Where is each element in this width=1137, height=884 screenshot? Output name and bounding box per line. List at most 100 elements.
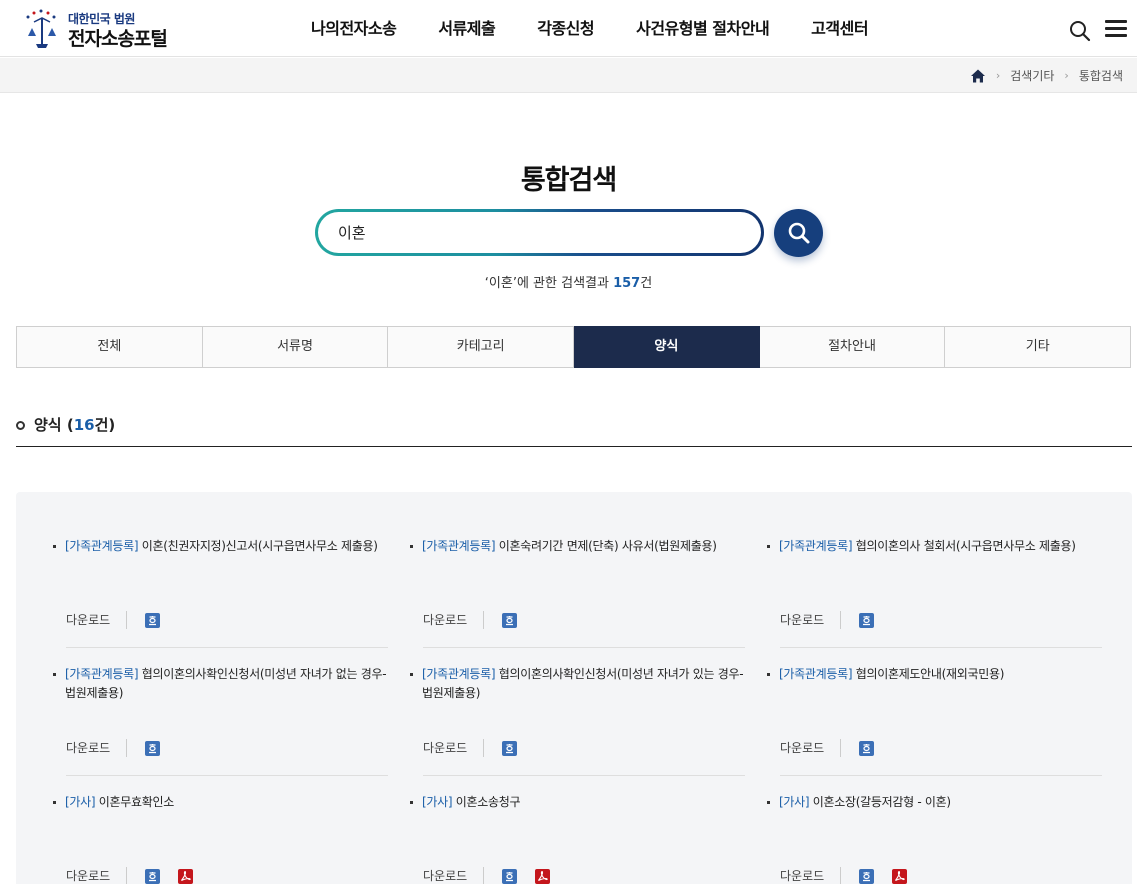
search-icon[interactable] bbox=[1069, 20, 1091, 42]
breadcrumb: › 검색기타 › 통합검색 bbox=[970, 58, 1123, 93]
result-item: [가족관계등록] 협의이혼의사확인신청서(미성년 자녀가 없는 경우-법원제출용… bbox=[53, 665, 389, 793]
hwp-file-icon[interactable] bbox=[145, 612, 161, 628]
download-label: 다운로드 bbox=[780, 611, 842, 629]
nav-document-submission[interactable]: 서류제출 bbox=[417, 0, 516, 57]
result-name: 협의이혼의사 철회서(시구읍면사무소 제출용) bbox=[855, 539, 1076, 553]
download-label: 다운로드 bbox=[66, 739, 128, 757]
download-row: 다운로드 bbox=[423, 738, 518, 758]
result-name: 이혼소장(갈등저감형 - 이혼) bbox=[812, 795, 951, 809]
result-name: 이혼숙려기간 면제(단축) 사유서(법원제출용) bbox=[498, 539, 717, 553]
pdf-file-icon[interactable] bbox=[892, 868, 908, 884]
breadcrumb-item[interactable]: 검색기타 bbox=[1010, 67, 1054, 84]
chevron-right-icon: › bbox=[1064, 69, 1069, 82]
tab-procedure-guide[interactable]: 절차안내 bbox=[759, 326, 946, 368]
section-count: 16 bbox=[73, 416, 95, 434]
download-label: 다운로드 bbox=[780, 867, 842, 884]
site-header: 대한민국 법원 전자소송포털 나의전자소송 서류제출 각종신청 사건유형별 절차… bbox=[0, 0, 1137, 57]
result-summary: ‘이혼’에 관한 검색결과 157건 bbox=[0, 272, 1137, 291]
download-label: 다운로드 bbox=[423, 739, 485, 757]
search-input[interactable] bbox=[318, 212, 761, 253]
result-title[interactable]: [가족관계등록] 협의이혼의사 철회서(시구읍면사무소 제출용) bbox=[767, 537, 1103, 556]
page-title: 통합검색 bbox=[520, 165, 617, 196]
circle-bullet-icon bbox=[16, 421, 25, 430]
result-item: [가족관계등록] 협의이혼의사 철회서(시구읍면사무소 제출용) 다운로드 bbox=[767, 537, 1103, 665]
result-title[interactable]: [가족관계등록] 이혼숙려기간 면제(단축) 사유서(법원제출용) bbox=[410, 537, 746, 556]
result-item: [가족관계등록] 협의이혼의사확인신청서(미성년 자녀가 있는 경우-법원제출용… bbox=[410, 665, 746, 793]
hwp-file-icon[interactable] bbox=[145, 740, 161, 756]
hamburger-menu-icon[interactable] bbox=[1105, 20, 1127, 40]
result-title[interactable]: [가족관계등록] 이혼(친권자지정)신고서(시구읍면사무소 제출용) bbox=[53, 537, 389, 556]
row-divider bbox=[423, 775, 745, 776]
result-name: 이혼무효확인소 bbox=[98, 795, 174, 809]
download-row: 다운로드 bbox=[423, 866, 551, 884]
pdf-file-icon[interactable] bbox=[178, 868, 194, 884]
result-item: [가사] 이혼무효확인소 다운로드 bbox=[53, 793, 389, 884]
result-title[interactable]: [가사] 이혼무효확인소 bbox=[53, 793, 389, 812]
summary-text: ‘이혼’에 관한 검색결과 bbox=[484, 276, 614, 291]
tab-forms[interactable]: 양식 bbox=[574, 326, 760, 368]
tab-category[interactable]: 카테고리 bbox=[388, 326, 575, 368]
result-title[interactable]: [가족관계등록] 협의이혼의사확인신청서(미성년 자녀가 없는 경우-법원제출용… bbox=[53, 665, 389, 703]
nav-procedure-guide[interactable]: 사건유형별 절차안내 bbox=[615, 0, 790, 57]
summary-suffix: 건 bbox=[640, 276, 653, 291]
download-label: 다운로드 bbox=[66, 611, 128, 629]
result-title[interactable]: [가사] 이혼소장(갈등저감형 - 이혼) bbox=[767, 793, 1103, 812]
nav-applications[interactable]: 각종신청 bbox=[516, 0, 615, 57]
result-count: 157 bbox=[613, 276, 641, 291]
download-label: 다운로드 bbox=[423, 867, 485, 884]
logo-title: 전자소송포털 bbox=[68, 28, 168, 50]
row-divider bbox=[780, 647, 1102, 648]
download-label: 다운로드 bbox=[780, 739, 842, 757]
hwp-file-icon[interactable] bbox=[502, 612, 518, 628]
breadcrumb-current: 통합검색 bbox=[1078, 69, 1123, 83]
nav-my-e-litigation[interactable]: 나의전자소송 bbox=[290, 0, 417, 57]
section-label: 양식 ( bbox=[34, 416, 74, 434]
home-icon[interactable] bbox=[970, 68, 986, 84]
hwp-file-icon[interactable] bbox=[859, 612, 875, 628]
download-label: 다운로드 bbox=[66, 867, 128, 884]
breadcrumb-bar: › 검색기타 › 통합검색 bbox=[0, 58, 1137, 93]
result-name: 이혼소송청구 bbox=[455, 795, 521, 809]
download-row: 다운로드 bbox=[66, 610, 161, 630]
hwp-file-icon[interactable] bbox=[145, 868, 161, 884]
result-category: [가사] bbox=[65, 795, 96, 809]
result-category: [가족관계등록] bbox=[65, 539, 139, 553]
download-row: 다운로드 bbox=[423, 610, 518, 630]
result-item: [가족관계등록] 협의이혼제도안내(재외국민용) 다운로드 bbox=[767, 665, 1103, 793]
tab-document-name[interactable]: 서류명 bbox=[202, 326, 389, 368]
result-item: [가사] 이혼소장(갈등저감형 - 이혼) 다운로드 bbox=[767, 793, 1103, 884]
row-divider bbox=[66, 647, 388, 648]
section-title: 양식 (16건) bbox=[34, 414, 115, 435]
result-title[interactable]: [가사] 이혼소송청구 bbox=[410, 793, 746, 812]
pdf-file-icon[interactable] bbox=[535, 868, 551, 884]
result-category: [가족관계등록] bbox=[65, 667, 139, 681]
download-row: 다운로드 bbox=[780, 610, 875, 630]
download-row: 다운로드 bbox=[780, 738, 875, 758]
court-emblem-icon bbox=[26, 9, 56, 48]
result-category: [가족관계등록] bbox=[779, 539, 853, 553]
row-divider bbox=[780, 775, 1102, 776]
download-row: 다운로드 bbox=[66, 866, 194, 884]
section-suffix: 건) bbox=[94, 416, 116, 434]
result-title[interactable]: [가족관계등록] 협의이혼제도안내(재외국민용) bbox=[767, 665, 1103, 684]
hwp-file-icon[interactable] bbox=[859, 740, 875, 756]
chevron-right-icon: › bbox=[995, 69, 1001, 82]
result-category: [가족관계등록] bbox=[422, 667, 496, 681]
main-nav: 나의전자소송 서류제출 각종신청 사건유형별 절차안내 고객센터 bbox=[290, 0, 889, 57]
hwp-file-icon[interactable] bbox=[502, 740, 518, 756]
search-button[interactable] bbox=[774, 209, 823, 257]
result-title[interactable]: [가족관계등록] 협의이혼의사확인신청서(미성년 자녀가 있는 경우-법원제출용… bbox=[410, 665, 746, 703]
download-row: 다운로드 bbox=[780, 866, 908, 884]
result-name: 이혼(친권자지정)신고서(시구읍면사무소 제출용) bbox=[141, 539, 378, 553]
result-name: 협의이혼제도안내(재외국민용) bbox=[855, 667, 1005, 681]
site-logo[interactable]: 대한민국 법원 전자소송포털 bbox=[20, 8, 190, 50]
tab-others[interactable]: 기타 bbox=[945, 326, 1132, 368]
result-item: [가사] 이혼소송청구 다운로드 bbox=[410, 793, 746, 884]
nav-customer-center[interactable]: 고객센터 bbox=[790, 0, 889, 57]
result-category: [가족관계등록] bbox=[422, 539, 496, 553]
result-item: [가족관계등록] 이혼(친권자지정)신고서(시구읍면사무소 제출용) 다운로드 bbox=[53, 537, 389, 665]
hwp-file-icon[interactable] bbox=[502, 868, 518, 884]
hwp-file-icon[interactable] bbox=[859, 868, 875, 884]
result-tabs: 전체 서류명 카테고리 양식 절차안내 기타 bbox=[16, 326, 1132, 368]
tab-all[interactable]: 전체 bbox=[16, 326, 203, 368]
